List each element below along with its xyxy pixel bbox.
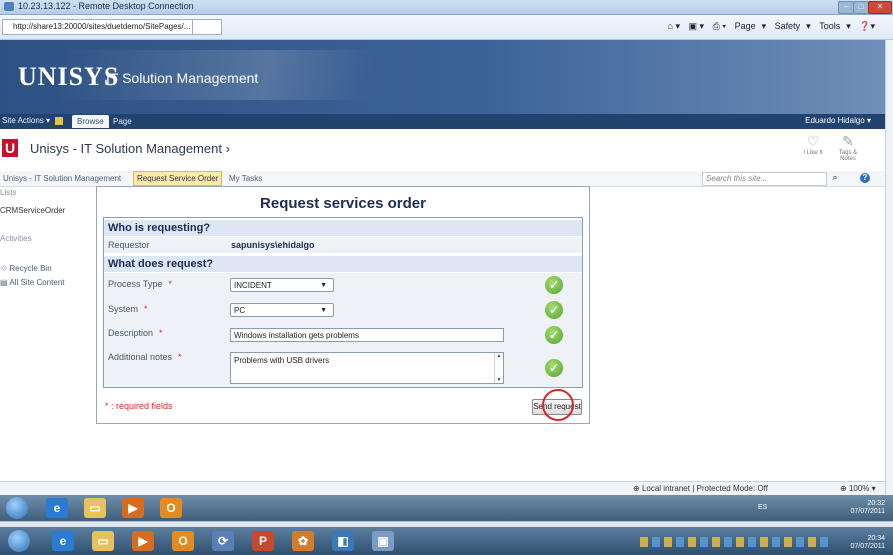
section-what: What does request? [104, 256, 582, 272]
search-icon[interactable]: ⌕ [828, 172, 842, 185]
notes-textarea[interactable]: Problems with USB drivers ▲ ▼ [230, 352, 504, 384]
help-icon[interactable]: ❓▾ [859, 21, 875, 31]
required-fields-note: * : required fields [105, 401, 173, 411]
ribbon: Site Actions ▾ Browse Page Eduardo Hidal… [0, 114, 885, 129]
maximize-button[interactable]: □ [853, 1, 869, 14]
section-who: Who is requesting? [104, 220, 582, 236]
print-icon[interactable]: ⎙ ▾ [713, 21, 726, 31]
site-title[interactable]: Unisys - IT Solution Management › [30, 141, 230, 156]
leftnav-activities[interactable]: Activities [0, 234, 32, 243]
social-buttons: ♡ I Like It ✎ Tags & Notes [795, 133, 865, 169]
remote-desktop-icon[interactable]: ▣ [372, 531, 394, 551]
i-like-it-button[interactable]: ♡ I Like It [803, 133, 823, 156]
folder-icon[interactable]: ▭ [84, 498, 106, 518]
top-navigation: Unisys - IT Solution Management Request … [0, 171, 885, 187]
zoom-level[interactable]: ⊕ 100% ▾ [840, 484, 876, 493]
window-title: 10.23.13.122 - Remote Desktop Connection [18, 1, 194, 11]
minimize-button[interactable]: – [838, 1, 854, 14]
unisys-logo: UNISYS [18, 62, 120, 91]
click-highlight-circle [542, 389, 574, 421]
edit-page-icon[interactable] [55, 117, 63, 125]
requestor-label: Requestor [108, 240, 150, 250]
local-taskbar: e ▭ ▶ O ⟳ P ✿ ◧ ▣ 20:34 07/07/2011 [0, 527, 893, 555]
process-type-valid-icon: ✓ [545, 276, 563, 294]
ie-icon[interactable]: e [52, 531, 74, 551]
media-player-icon[interactable]: ▶ [132, 531, 154, 551]
project-icon[interactable]: ◧ [332, 531, 354, 551]
leftnav-lists[interactable]: Lists [0, 188, 16, 197]
banner-title: IT Solution Management [106, 70, 259, 86]
topnav-request-service-order[interactable]: Request Service Order [133, 171, 223, 186]
recycle-bin-icon: ♲ [0, 264, 8, 273]
browser-tab[interactable] [192, 19, 222, 35]
language-indicator[interactable]: ES [758, 504, 767, 511]
close-button[interactable]: ✕ [868, 1, 892, 14]
remote-clock: 20:32 07/07/2011 [850, 500, 885, 515]
site-content-icon: ▤ [0, 278, 8, 287]
tags-notes-button[interactable]: ✎ Tags & Notes [835, 133, 861, 162]
leftnav-all-site-content[interactable]: ▤ All Site Content [0, 278, 64, 287]
security-zone: ⊕ Local intranet | Protected Mode: Off [633, 484, 768, 493]
remote-taskbar: e ▭ ▶ O ES 20:32 07/07/2011 [0, 495, 893, 521]
help-icon[interactable]: ? [860, 173, 870, 183]
feeds-icon[interactable]: ▣ ▾ [689, 21, 705, 31]
browser-toolbar: http://share13:20000/sites/duetdemo/Site… [0, 15, 893, 40]
notes-valid-icon: ✓ [545, 359, 563, 377]
browser-status-bar: ⊕ Local intranet | Protected Mode: Off ⊕… [0, 481, 885, 496]
description-label: Description * [108, 328, 163, 338]
process-type-label: Process Type * [108, 279, 172, 289]
quick-launch: Lists CRMServiceOrder Activities ♲ Recyc… [0, 186, 92, 486]
site-logo: U [2, 139, 18, 157]
local-clock: 20:34 07/07/2011 [850, 535, 885, 550]
chevron-down-icon: ▼ [320, 282, 327, 289]
media-player-icon[interactable]: ▶ [122, 498, 144, 518]
app-icon[interactable]: ✿ [292, 531, 314, 551]
description-input[interactable]: Windows installation gets problems [230, 328, 504, 342]
leftnav-recycle-bin[interactable]: ♲ Recycle Bin [0, 264, 52, 273]
address-bar[interactable]: http://share13:20000/sites/duetdemo/Site… [2, 19, 202, 35]
folder-icon[interactable]: ▭ [92, 531, 114, 551]
page-scrollbar[interactable] [885, 40, 893, 505]
notes-label: Additional notes * [108, 352, 182, 362]
home-icon[interactable]: ⌂ ▾ [668, 21, 680, 31]
system-label: System * [108, 304, 148, 314]
powerpoint-icon[interactable]: P [252, 531, 274, 551]
start-button[interactable] [8, 530, 30, 552]
outlook-icon[interactable]: O [160, 498, 182, 518]
browser-command-bar: ⌂ ▾ ▣ ▾ ⎙ ▾ Page ▾ Safety ▾ Tools ▾ ❓▾ [667, 21, 875, 31]
site-title-row: U Unisys - IT Solution Management › ♡ I L… [0, 129, 885, 172]
form-title: Request services order [260, 195, 426, 212]
ie-icon[interactable]: e [46, 498, 68, 518]
safety-menu[interactable]: Safety [775, 21, 801, 31]
chevron-down-icon: ▼ [320, 307, 327, 314]
sync-icon[interactable]: ⟳ [212, 531, 234, 551]
tools-menu[interactable]: Tools [819, 21, 840, 31]
user-menu[interactable]: Eduardo Hidalgo ▾ [805, 116, 871, 125]
search-input[interactable]: Search this site... [702, 172, 827, 186]
requestor-value: sapunisys\ehidalgo [231, 240, 315, 250]
form-body: Who is requesting? Requestor sapunisys\e… [103, 217, 583, 388]
site-actions-menu[interactable]: Site Actions ▾ [2, 116, 50, 125]
topnav-home[interactable]: Unisys - IT Solution Management [0, 171, 124, 186]
system-tray-icons[interactable] [640, 537, 830, 547]
tab-page[interactable]: Page [108, 115, 137, 128]
request-form: Request services order Who is requesting… [96, 186, 590, 424]
requestor-row: Requestor sapunisys\ehidalgo [104, 237, 582, 253]
notes-scrollbar[interactable]: ▲ ▼ [494, 353, 503, 383]
topnav-my-tasks[interactable]: My Tasks [226, 171, 265, 186]
site-banner: UNISYS IT Solution Management [0, 40, 885, 114]
remote-desktop-titlebar: 10.23.13.122 - Remote Desktop Connection… [0, 0, 893, 15]
system-select[interactable]: PC ▼ [230, 303, 334, 317]
tab-browse[interactable]: Browse [72, 115, 109, 128]
request-details: Process Type * INCIDENT ▼ ✓ System * PC ▼ ✓ … [104, 273, 582, 387]
description-valid-icon: ✓ [545, 326, 563, 344]
leftnav-crmserviceorder[interactable]: CRMServiceOrder [0, 206, 65, 215]
remote-desktop-icon [4, 2, 14, 11]
start-button[interactable] [6, 497, 28, 519]
outlook-icon[interactable]: O [172, 531, 194, 551]
page-menu[interactable]: Page [735, 21, 756, 31]
system-valid-icon: ✓ [545, 301, 563, 319]
process-type-select[interactable]: INCIDENT ▼ [230, 278, 334, 292]
